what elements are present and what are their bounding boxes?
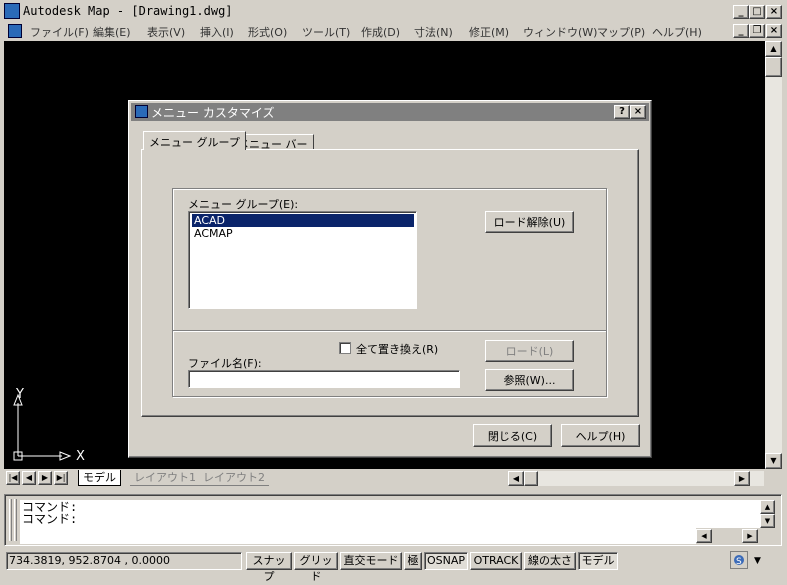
command-input[interactable] — [20, 528, 696, 544]
scroll-down-arrow-icon[interactable]: ▼ — [765, 453, 782, 469]
otrack-toggle[interactable]: OTRACK — [470, 552, 522, 570]
autocad-app-icon[interactable] — [4, 3, 20, 19]
scroll-left-arrow-icon[interactable]: ◀ — [508, 471, 524, 486]
scroll-up-arrow-icon[interactable]: ▲ — [765, 41, 782, 57]
command-grip[interactable] — [9, 499, 12, 541]
cmd-hscroll-left-icon[interactable]: ◀ — [696, 529, 712, 543]
tray-settings-icon[interactable]: S — [730, 551, 748, 569]
menu-draw[interactable]: 作成(D) — [361, 24, 400, 40]
tray-menu-arrow-icon[interactable]: ▼ — [754, 556, 761, 566]
list-item-acmap[interactable]: ACMAP — [192, 227, 235, 240]
ucs-y-label: Y — [16, 387, 24, 402]
menu-group-listbox[interactable]: ACAD ACMAP — [188, 211, 417, 309]
dialog-help-button[interactable]: ? — [614, 105, 630, 119]
horizontal-scrollbar[interactable]: ◀ ▶ — [508, 471, 764, 486]
vertical-scroll-thumb[interactable] — [765, 57, 782, 77]
command-grip-2[interactable] — [14, 499, 17, 541]
menu-format[interactable]: 形式(O) — [248, 24, 287, 40]
command-line: コマンド: — [22, 512, 78, 526]
model-toggle[interactable]: モデル — [578, 552, 618, 570]
dialog-app-icon — [135, 105, 148, 118]
menu-tools[interactable]: ツール(T) — [302, 24, 350, 40]
replace-all-label: 全て置き換え(R) — [356, 343, 439, 356]
maximize-button[interactable]: □ — [749, 5, 765, 19]
svg-text:S: S — [736, 557, 742, 567]
prev-tab-icon[interactable]: ◀ — [22, 471, 36, 485]
command-scrollbar[interactable]: ▲ ▼ — [760, 500, 775, 528]
doc-minimize-button[interactable]: _ — [733, 24, 749, 38]
snap-toggle[interactable]: スナップ — [246, 552, 292, 583]
filename-input[interactable] — [188, 370, 460, 388]
grid-toggle[interactable]: グリッド — [294, 552, 338, 583]
vertical-scrollbar[interactable]: ▲ ▼ — [765, 41, 782, 469]
tab-layout1[interactable]: レイアウト1 — [130, 470, 200, 486]
doc-restore-button[interactable]: ❐ — [749, 24, 765, 38]
last-tab-icon[interactable]: ▶| — [54, 471, 68, 485]
filename-label: ファイル名(F): — [188, 357, 262, 370]
ortho-toggle[interactable]: 直交モード — [340, 552, 402, 570]
list-item-acad[interactable]: ACAD — [192, 214, 414, 227]
window-title: Autodesk Map - [Drawing1.dwg] — [23, 4, 233, 18]
first-tab-icon[interactable]: |◀ — [6, 471, 20, 485]
ucs-x-label: X — [76, 449, 85, 464]
minimize-button[interactable]: _ — [733, 5, 749, 19]
browse-button[interactable]: 参照(W)... — [485, 369, 574, 391]
unload-button[interactable]: ロード解除(U) — [485, 211, 574, 233]
load-button[interactable]: ロード(L) — [485, 340, 574, 362]
menu-window[interactable]: ウィンドウ(W) — [523, 24, 597, 40]
menu-map[interactable]: マップ(P) — [597, 24, 645, 40]
coordinates-display: 734.3819, 952.8704 , 0.0000 — [6, 552, 242, 570]
next-tab-icon[interactable]: ▶ — [38, 471, 52, 485]
cmd-hscroll-right-icon[interactable]: ▶ — [742, 529, 758, 543]
menu-dimension[interactable]: 寸法(N) — [414, 24, 453, 40]
command-history[interactable]: コマンド: コマンド: — [20, 500, 760, 528]
menu-group-label: メニュー グループ(E): — [188, 198, 299, 211]
window-title-bar: Autodesk Map - [Drawing1.dwg] _ □ × — [0, 0, 787, 22]
lineweight-toggle[interactable]: 線の太さ — [524, 552, 576, 570]
polar-toggle[interactable]: 極 — [404, 552, 422, 570]
help-dialog-button[interactable]: ヘルプ(H) — [561, 424, 640, 447]
menu-edit[interactable]: 編集(E) — [93, 24, 131, 40]
command-line: コマンド: — [22, 500, 78, 514]
dialog-title: メニュー カスタマイズ — [151, 106, 275, 120]
menu-modify[interactable]: 修正(M) — [469, 24, 509, 40]
menu-view[interactable]: 表示(V) — [147, 24, 185, 40]
close-button[interactable]: × — [766, 5, 782, 19]
doc-close-button[interactable]: × — [766, 24, 782, 38]
tab-model[interactable]: モデル — [78, 470, 121, 486]
menu-insert[interactable]: 挿入(I) — [200, 24, 234, 40]
close-dialog-button[interactable]: 閉じる(C) — [473, 424, 552, 447]
tab-menu-groups[interactable]: メニュー グループ — [143, 131, 246, 150]
tab-layout2[interactable]: レイアウト2 — [199, 470, 269, 486]
menu-bar: ファイル(F) 編集(E) 表示(V) 挿入(I) 形式(O) ツール(T) 作… — [0, 22, 787, 41]
document-icon[interactable] — [8, 24, 22, 38]
dialog-close-button[interactable]: × — [630, 105, 646, 119]
dialog-title-bar: メニュー カスタマイズ ? × — [131, 103, 649, 121]
replace-all-checkbox[interactable] — [339, 342, 351, 354]
osnap-toggle[interactable]: OSNAP — [424, 552, 468, 570]
menu-file[interactable]: ファイル(F) — [30, 24, 89, 40]
menu-help[interactable]: ヘルプ(H) — [652, 24, 702, 40]
command-scroll-up-icon[interactable]: ▲ — [760, 500, 775, 514]
horizontal-scroll-thumb[interactable] — [524, 471, 538, 486]
command-scroll-down-icon[interactable]: ▼ — [760, 514, 775, 528]
scroll-right-arrow-icon[interactable]: ▶ — [734, 471, 750, 486]
